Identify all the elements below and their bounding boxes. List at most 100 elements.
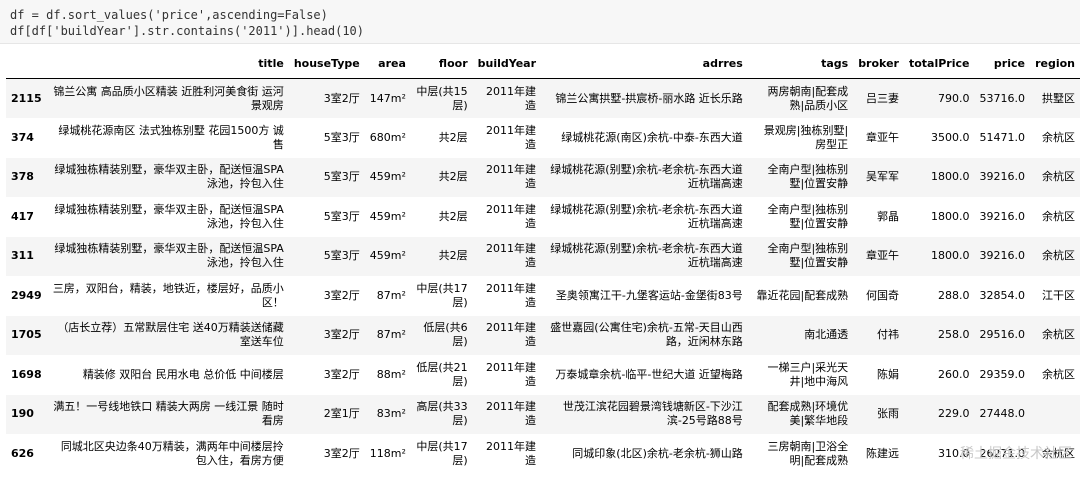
- col-header-tags: tags: [747, 48, 854, 79]
- cell-adrres: 绿城桃花源(别墅)余杭-老余杭-东西大道 近杭瑞高速: [550, 163, 743, 191]
- cell-price: 51471.0: [979, 130, 1025, 144]
- cell-totalprice: 1800.0: [930, 170, 970, 184]
- cell-broker: 郭晶: [876, 209, 899, 223]
- cell-housetype: 5室3厅: [323, 130, 360, 144]
- watermark: 稀土掘金技术社区: [960, 446, 1072, 462]
- cell-area: 88m²: [376, 367, 406, 381]
- cell-tags: 三房朝南|卫浴全明|配套成熟: [767, 439, 849, 467]
- table-row: 374 绿城桃花源南区 法式独栋别墅 花园1500方 诚售 5室3厅 680m² 共2层…: [6, 118, 1080, 158]
- cell-floor: 高层(共33层): [416, 400, 468, 428]
- code-line-2: df[df['buildYear'].str.contains('2011')]…: [10, 24, 365, 38]
- cell-housetype: 3室2厅: [323, 446, 360, 460]
- cell-housetype: 5室3厅: [323, 209, 360, 223]
- cell-price: 53716.0: [979, 91, 1025, 105]
- cell-adrres: 圣奥领寓江干-九堡客运站-金堡街83号: [555, 288, 743, 302]
- col-header-price: price: [974, 48, 1030, 79]
- col-header-floor: floor: [410, 48, 473, 79]
- cell-region: 拱墅区: [1042, 91, 1075, 105]
- code-line-1: df = df.sort_values('price',ascending=Fa…: [10, 8, 328, 22]
- cell-region: 余杭区: [1042, 130, 1075, 144]
- cell-floor: 共2层: [438, 170, 468, 184]
- cell-tags: 南北通透: [804, 328, 849, 342]
- cell-buildyear: 2011年建造: [486, 242, 537, 270]
- cell-price: 29359.0: [979, 367, 1025, 381]
- cell-floor: 中层(共15层): [416, 84, 468, 112]
- cell-floor: 共2层: [438, 130, 468, 144]
- cell-title: 绿城独栋精装别墅，豪华双主卧，配送恒温SPA泳池，拎包入住: [54, 202, 284, 230]
- table-row: 1705 （店长立荐）五常默层住宅 送40万精装送储藏室送车位 3室2厅 87m² 低层…: [6, 315, 1080, 355]
- cell-totalprice: 260.0: [937, 367, 970, 381]
- cell-housetype: 3室2厅: [323, 288, 360, 302]
- cell-tags: 景观房|独栋别墅|房型正: [763, 123, 849, 151]
- cell-broker: 陈娟: [876, 367, 899, 381]
- cell-adrres: 盛世嘉园(公寓住宅)余杭-五常-天目山西路，近闲林东路: [550, 321, 743, 349]
- cell-price: 39216.0: [979, 170, 1025, 184]
- cell-idx: 190: [11, 407, 34, 421]
- header-row: title houseType area floor buildYear adr…: [6, 48, 1080, 79]
- cell-title: 绿城桃花源南区 法式独栋别墅 花园1500方 诚售: [58, 123, 284, 151]
- cell-area: 459m²: [369, 209, 406, 223]
- cell-floor: 低层(共6层): [423, 321, 468, 349]
- cell-totalprice: 1800.0: [930, 249, 970, 263]
- cell-housetype: 2室1厅: [323, 407, 360, 421]
- cell-price: 29516.0: [979, 328, 1025, 342]
- cell-area: 87m²: [376, 328, 406, 342]
- cell-housetype: 5室3厅: [323, 249, 360, 263]
- cell-adrres: 同城印象(北区)余杭-老余杭-狮山路: [572, 446, 743, 460]
- cell-tags: 全南户型|独栋别墅|位置安静: [767, 242, 849, 270]
- code-cell[interactable]: df = df.sort_values('price',ascending=Fa…: [0, 0, 1080, 44]
- col-header-broker: broker: [853, 48, 904, 79]
- cell-buildyear: 2011年建造: [486, 163, 537, 191]
- cell-title: （店长立荐）五常默层住宅 送40万精装送储藏室送车位: [57, 321, 284, 349]
- cell-broker: 章亚午: [865, 249, 899, 263]
- cell-price: 39216.0: [979, 209, 1025, 223]
- cell-broker: 张雨: [876, 407, 899, 421]
- cell-idx: 374: [11, 130, 34, 144]
- cell-region: 余杭区: [1042, 170, 1075, 184]
- cell-area: 680m²: [369, 130, 406, 144]
- cell-region: 余杭区: [1042, 328, 1075, 342]
- cell-region: 余杭区: [1042, 367, 1075, 381]
- cell-title: 同城北区央边条40万精装，满两年中间楼层拎包入住，看房方便: [60, 439, 284, 467]
- cell-region: [1030, 395, 1080, 435]
- cell-tags: 全南户型|独栋别墅|位置安静: [767, 202, 849, 230]
- cell-price: 27448.0: [979, 407, 1025, 421]
- cell-region: 余杭区: [1042, 209, 1075, 223]
- cell-totalprice: 1800.0: [930, 209, 970, 223]
- cell-buildyear: 2011年建造: [486, 360, 537, 388]
- table-row: 2115 锦兰公寓 高品质小区精装 近胜利河美食街 运河景观房 3室2厅 147m² 中…: [6, 78, 1080, 118]
- cell-region: 江干区: [1042, 288, 1075, 302]
- cell-price: 39216.0: [979, 249, 1025, 263]
- cell-area: 459m²: [369, 170, 406, 184]
- cell-buildyear: 2011年建造: [486, 400, 537, 428]
- cell-adrres: 绿城桃花源(南区)余杭-中泰-东西大道: [561, 130, 743, 144]
- cell-tags: 两房朝南|配套成熟|品质小区: [767, 84, 849, 112]
- cell-price: 32854.0: [979, 288, 1025, 302]
- cell-broker: 何国奇: [865, 288, 899, 302]
- cell-tags: 配套成熟|环境优美|繁华地段: [767, 400, 849, 428]
- cell-broker: 章亚午: [865, 130, 899, 144]
- cell-area: 118m²: [369, 446, 406, 460]
- cell-housetype: 5室3厅: [323, 170, 360, 184]
- cell-floor: 中层(共17层): [416, 281, 468, 309]
- cell-buildyear: 2011年建造: [486, 281, 537, 309]
- cell-title: 锦兰公寓 高品质小区精装 近胜利河美食街 运河景观房: [53, 84, 284, 112]
- col-header-region: region: [1029, 48, 1080, 79]
- table-row: 378 绿城独栋精装别墅，豪华双主卧，配送恒温SPA泳池，拎包入住 5室3厅 459m…: [6, 157, 1080, 197]
- cell-title: 绿城独栋精装别墅，豪华双主卧，配送恒温SPA泳池，拎包入住: [54, 242, 284, 270]
- cell-buildyear: 2011年建造: [486, 84, 537, 112]
- cell-adrres: 锦兰公寓拱墅-拱宸桥-丽水路 近长乐路: [555, 91, 743, 105]
- cell-idx: 311: [11, 249, 34, 263]
- col-header-area: area: [364, 48, 411, 79]
- cell-buildyear: 2011年建造: [486, 321, 537, 349]
- table-row: 1698 精装修 双阳台 民用水电 总价低 中间楼层 3室2厅 88m² 低层(共21层…: [6, 355, 1080, 395]
- dataframe-output: title houseType area floor buildYear adr…: [6, 48, 1080, 474]
- table-row: 311 绿城独栋精装别墅，豪华双主卧，配送恒温SPA泳池，拎包入住 5室3厅 459m…: [6, 236, 1080, 276]
- cell-buildyear: 2011年建造: [486, 202, 537, 230]
- cell-idx: 378: [11, 170, 34, 184]
- cell-idx: 626: [11, 446, 34, 460]
- cell-broker: 陈建远: [865, 446, 899, 460]
- cell-floor: 低层(共21层): [416, 360, 468, 388]
- cell-idx: 2115: [11, 91, 42, 105]
- cell-totalprice: 3500.0: [930, 130, 970, 144]
